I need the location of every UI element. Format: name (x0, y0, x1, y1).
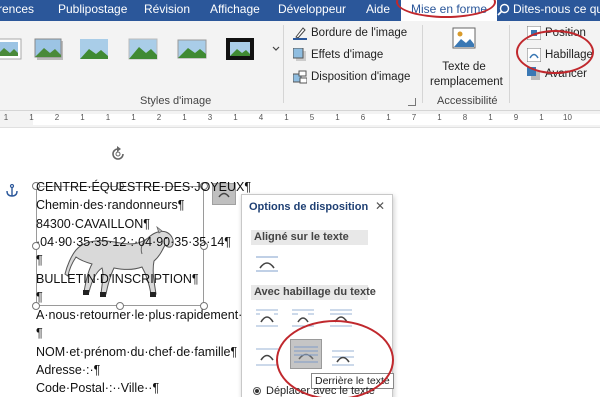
ruler-tick: 1 (29, 113, 34, 122)
ruler-tick: 8 (462, 113, 468, 122)
ruler-tick: 2 (54, 113, 60, 122)
ruler-tick: 5 (309, 113, 315, 122)
ruler-tick: 6 (360, 113, 366, 122)
inline-section-header: Aligné sur le texte (251, 230, 368, 245)
ruler-tick: 1 (386, 113, 391, 122)
document-line[interactable]: 84300·CAVAILLON¶ (36, 215, 150, 233)
dialog-launcher-icon[interactable] (408, 98, 416, 106)
layout-icon (293, 70, 307, 84)
document-line[interactable]: Code·Postal·:··Ville··¶ (36, 379, 159, 397)
tab-developer[interactable]: Développeur (278, 0, 346, 21)
ruler-tick: 2 (156, 113, 162, 122)
ruler-tick: 1 (105, 113, 111, 122)
document-line[interactable]: NOM·et·prénom·du·chef·de·famille¶ (36, 343, 237, 361)
ruler-tick: 1 (131, 113, 136, 122)
radio-selected-icon[interactable] (253, 387, 261, 395)
search-icon (497, 3, 510, 16)
rotate-handle-icon[interactable] (108, 144, 128, 164)
alt-text-icon (452, 27, 476, 49)
ruler-tick: 1 (182, 113, 187, 122)
ruler-tick: 7 (411, 113, 417, 122)
document-line[interactable]: BULLETIN·D'INSCRIPTION¶ (36, 270, 199, 288)
ruler-tick: 1 (488, 113, 493, 122)
ribbon-tab-bar: rences Publipostage Révision Affichage D… (0, 0, 600, 22)
style-shadow-icon[interactable] (34, 37, 64, 61)
ruler-tick: 1 (539, 113, 544, 122)
ruler-tick: 1 (3, 113, 9, 122)
tab-mailings[interactable]: Publipostage (58, 0, 127, 21)
anchor-icon[interactable] (6, 184, 18, 197)
tab-view[interactable]: Affichage (210, 0, 260, 21)
ruler-tick: 9 (513, 113, 519, 122)
alt-text-button[interactable]: Texte de remplacement (430, 25, 503, 88)
annotation-circle-wrap-text (516, 30, 594, 74)
document-line[interactable]: ¶ (36, 324, 43, 342)
tell-me-placeholder: Dites-nous ce qu (513, 2, 600, 16)
horizontal-ruler[interactable]: 1 1 2 1 1 1 2 1 3 1 4 1 5 1 6 1 7 1 8 1 9 1 10 (0, 111, 600, 128)
pen-border-icon (293, 27, 307, 40)
layout-options-title: Options de disposition (249, 201, 369, 213)
document-line[interactable]: ·04·90·35·35·12·:·04·90·35·35·14¶ (36, 233, 231, 251)
gallery-divider (283, 25, 284, 103)
alt-text-label-1: Texte de (442, 61, 486, 73)
alt-text-label-2: remplacement (430, 76, 503, 88)
ruler-tick: 1 (437, 113, 442, 122)
ruler-tick: 4 (258, 113, 264, 122)
document-line[interactable]: ¶ (36, 288, 43, 306)
tab-review[interactable]: Révision (144, 0, 190, 21)
gallery-more-icon[interactable] (271, 43, 281, 55)
document-line[interactable]: ¶ (36, 251, 43, 269)
group-separator (509, 25, 510, 103)
style-landscape-icon[interactable] (128, 37, 158, 61)
ruler-tick: 10 (563, 113, 572, 122)
ruler-tick: 1 (233, 113, 238, 122)
document-line[interactable]: Adresse·:·¶ (36, 361, 100, 379)
style-soft-icon[interactable] (79, 37, 109, 61)
picture-layout-label: Disposition d'image (311, 71, 411, 83)
annotation-circle-behind-text (276, 320, 394, 397)
group-separator (422, 25, 423, 103)
style-frame-icon[interactable] (0, 37, 22, 61)
ruler-tick: 3 (207, 113, 213, 122)
effects-icon (293, 48, 306, 61)
picture-border-label: Bordure de l'image (311, 27, 408, 39)
picture-effects-label: Effets d'image (311, 49, 384, 61)
ribbon: Bordure de l'image Effets d'image Dispos… (0, 21, 600, 111)
document-line[interactable]: A·nous·retourner·le·plus·rapidement·po (36, 306, 256, 324)
ruler-tick: 1 (284, 113, 289, 122)
style-black-frame-icon[interactable] (225, 37, 255, 61)
wrap-section-header: Avec habillage du texte (251, 285, 376, 300)
ruler-tick: 1 (80, 113, 85, 122)
tab-references[interactable]: rences (0, 0, 34, 21)
close-icon[interactable]: ✕ (373, 199, 387, 213)
tab-help[interactable]: Aide (366, 0, 390, 21)
document-line[interactable]: Chemin·des·randonneurs¶ (36, 196, 184, 214)
document-line[interactable]: CENTRE·ÉQUESTRE·DES·JOYEUX¶ (36, 178, 251, 196)
wrap-inline-icon[interactable] (254, 252, 280, 276)
accessibility-group-label: Accessibilité (437, 95, 498, 107)
wrap-square-icon[interactable] (254, 306, 280, 330)
picture-styles-group-label: Styles d'image (140, 95, 212, 107)
style-bevel-icon[interactable] (177, 37, 207, 61)
ruler-tick: 1 (335, 113, 340, 122)
